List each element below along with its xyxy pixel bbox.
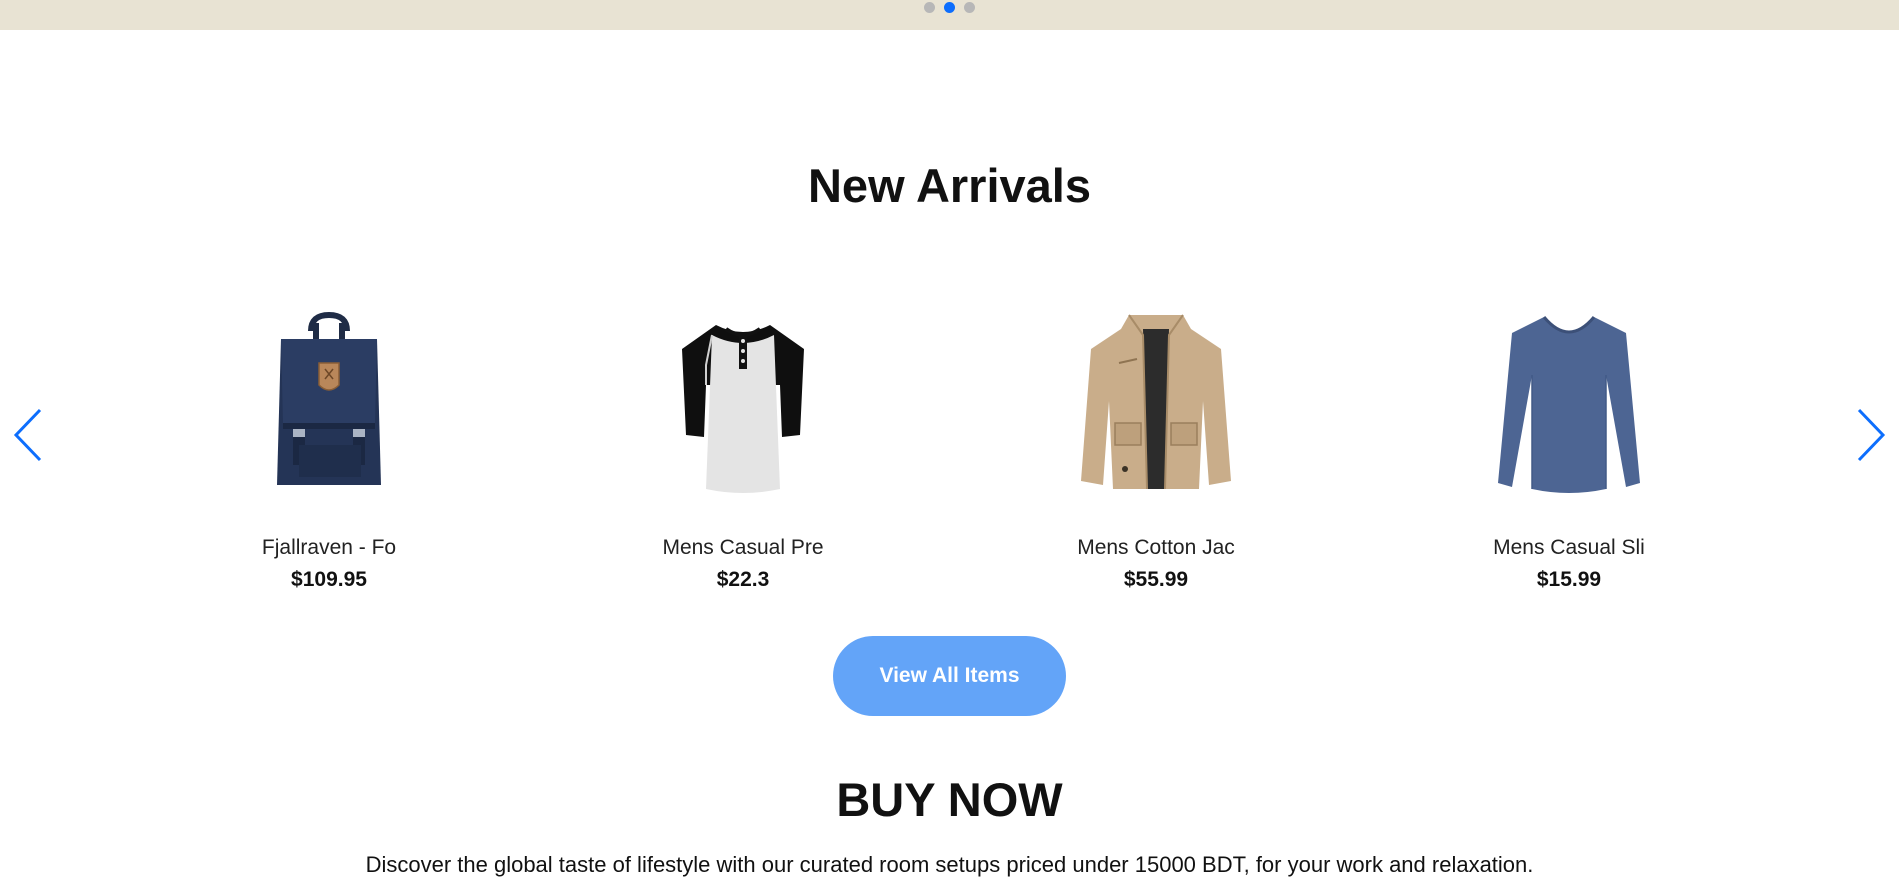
chevron-right-icon	[1857, 408, 1886, 462]
product-card[interactable]: Fjallraven - Fo $109.95	[179, 300, 479, 592]
product-image-cotton-jacket	[1006, 300, 1306, 500]
carousel-dot-3[interactable]	[964, 2, 975, 13]
carousel-prev-button[interactable]	[10, 405, 50, 465]
buy-now-title: BUY NOW	[836, 773, 1063, 826]
carousel-dot-2[interactable]	[944, 2, 955, 13]
view-all-items-button[interactable]: View All Items	[833, 636, 1066, 716]
new-arrivals-title: New Arrivals	[807, 159, 1091, 212]
carousel-next-button[interactable]	[1849, 405, 1889, 465]
product-name: Fjallraven - Fo	[261, 536, 397, 559]
hero-carousel-strip	[0, 0, 1899, 30]
buy-now-description: Discover the global taste of lifestyle w…	[365, 852, 1534, 877]
product-price: $55.99	[1123, 568, 1189, 591]
product-name: Mens Casual Pre	[662, 536, 824, 559]
product-card[interactable]: Mens Cotton Jac $55.99	[1006, 300, 1306, 592]
product-image-henley-tshirt	[593, 300, 893, 500]
product-image-backpack	[179, 300, 479, 500]
carousel-indicators	[0, 2, 1899, 13]
product-name: Mens Casual Sli	[1493, 536, 1645, 559]
chevron-left-icon	[13, 408, 42, 462]
product-price: $22.3	[716, 568, 770, 591]
product-card[interactable]: Mens Casual Pre $22.3	[593, 300, 893, 592]
product-price: $15.99	[1536, 568, 1602, 591]
product-card[interactable]: Mens Casual Sli $15.99	[1419, 300, 1719, 592]
carousel-dot-1[interactable]	[924, 2, 935, 13]
product-image-long-sleeve-shirt	[1419, 300, 1719, 500]
product-name: Mens Cotton Jac	[1077, 536, 1235, 559]
product-price: $109.95	[291, 568, 367, 591]
